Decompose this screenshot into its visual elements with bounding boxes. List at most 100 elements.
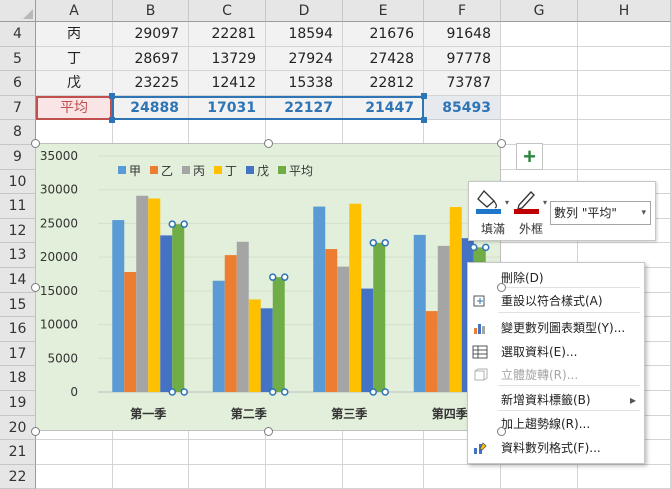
bar[interactable]	[212, 280, 225, 392]
fill-button[interactable]: ▾ 填滿	[475, 187, 511, 237]
bar[interactable]	[337, 266, 350, 392]
grid-cell[interactable]	[343, 440, 424, 465]
grid-cell[interactable]	[266, 440, 343, 465]
grid-cell[interactable]: 23225	[113, 71, 189, 96]
grid-cell[interactable]	[343, 464, 424, 489]
chart-resize-handle[interactable]	[264, 139, 273, 148]
chart-resize-handle[interactable]	[497, 283, 506, 292]
column-header[interactable]: H	[578, 0, 671, 22]
grid-cell[interactable]	[501, 120, 578, 145]
grid-cell[interactable]: 12412	[189, 71, 266, 96]
grid-cell[interactable]: 28697	[113, 46, 189, 72]
range-resize-handle[interactable]	[109, 117, 115, 124]
bar-selection-handle[interactable]	[180, 388, 188, 396]
grid-cell[interactable]	[36, 464, 113, 489]
column-header[interactable]: G	[501, 0, 578, 22]
grid-cell[interactable]: 丙	[36, 22, 113, 47]
grid-cell[interactable]: 戊	[36, 71, 113, 96]
context-menu-item[interactable]: 重設以符合樣式(A)	[468, 290, 644, 312]
bar[interactable]	[449, 207, 462, 392]
grid-cell[interactable]	[578, 46, 671, 72]
bar-selection-handle[interactable]	[482, 243, 490, 252]
grid-cell[interactable]	[501, 95, 578, 121]
row-header[interactable]: 22	[0, 464, 36, 489]
bar-selection-handle[interactable]	[180, 220, 188, 228]
column-header[interactable]: A	[36, 0, 113, 22]
bar-selection-handle[interactable]	[281, 273, 289, 281]
context-menu-item[interactable]: 加上趨勢線(R)...	[468, 413, 644, 435]
context-menu-item[interactable]: 刪除(D)	[468, 267, 644, 289]
grid-cell[interactable]	[578, 95, 671, 121]
chart-resize-handle[interactable]	[264, 427, 273, 436]
row-header[interactable]: 7	[0, 95, 36, 121]
grid-cell[interactable]	[501, 71, 578, 96]
chart-resize-handle[interactable]	[31, 139, 40, 148]
row-header[interactable]: 5	[0, 46, 36, 72]
grid-cell[interactable]	[113, 464, 189, 489]
row-header[interactable]: 10	[0, 169, 36, 195]
row-header[interactable]: 11	[0, 194, 36, 219]
bar-selection-handle[interactable]	[269, 388, 277, 396]
bar[interactable]	[124, 271, 137, 392]
clustered-column-chart[interactable]: 0 5000 10000 15000 20000 25000 30000 35000 第一季 第二…	[36, 144, 500, 430]
bar[interactable]	[172, 224, 185, 392]
bar-selection-handle[interactable]	[168, 388, 176, 396]
bar[interactable]	[112, 220, 125, 392]
row-header[interactable]: 9	[0, 145, 36, 170]
legend-entry[interactable]: 戊	[257, 164, 269, 178]
row-header[interactable]: 19	[0, 391, 36, 416]
grid-cell[interactable]	[578, 145, 671, 170]
grid-cell[interactable]	[424, 120, 501, 145]
grid-cell[interactable]: 73787	[424, 71, 501, 96]
chart-resize-handle[interactable]	[31, 283, 40, 292]
grid-cell[interactable]	[189, 440, 266, 465]
chart-resize-handle[interactable]	[497, 139, 506, 148]
row-header[interactable]: 18	[0, 366, 36, 391]
bar[interactable]	[248, 299, 261, 392]
bar-selection-handle[interactable]	[168, 220, 176, 228]
row-header[interactable]: 12	[0, 218, 36, 244]
bar[interactable]	[260, 308, 273, 392]
grid-cell[interactable]: 29097	[113, 22, 189, 47]
grid-cell[interactable]: 丁	[36, 46, 113, 72]
grid-cell[interactable]: 21676	[343, 22, 424, 47]
bar[interactable]	[313, 206, 326, 392]
series-selector-dropdown[interactable]: 數列 "平均" ▾	[550, 201, 651, 225]
bar[interactable]	[373, 242, 386, 392]
context-menu-item[interactable]: 選取資料(E)...	[468, 341, 644, 363]
bar[interactable]	[236, 241, 249, 392]
grid-cell[interactable]	[501, 464, 578, 489]
context-menu-item[interactable]: 新增資料標籤(B) ▸	[468, 389, 644, 411]
bar-selection-handle[interactable]	[381, 388, 389, 396]
grid-cell[interactable]	[36, 120, 113, 145]
outline-button[interactable]: ▾ 外框	[513, 187, 549, 237]
grid-cell[interactable]	[424, 464, 501, 489]
bar-selection-handle[interactable]	[369, 239, 377, 247]
grid-cell[interactable]	[266, 120, 343, 145]
legend-entry[interactable]: 丁	[225, 164, 237, 178]
bar-selection-handle[interactable]	[369, 388, 377, 396]
column-header[interactable]: D	[266, 0, 343, 22]
grid-cell[interactable]: 22281	[189, 22, 266, 47]
bar[interactable]	[224, 255, 237, 392]
legend-entry[interactable]: 丙	[193, 164, 205, 178]
column-header[interactable]: B	[113, 0, 189, 22]
chart-area[interactable]: 0 5000 10000 15000 20000 25000 30000 35000 第一季 第二…	[35, 143, 501, 431]
bar[interactable]	[349, 203, 362, 392]
column-header[interactable]: C	[189, 0, 266, 22]
row-header[interactable]: 13	[0, 243, 36, 268]
grid-cell[interactable]	[36, 440, 113, 465]
legend-entry[interactable]: 平均	[289, 164, 313, 178]
legend-entry[interactable]: 甲	[129, 164, 141, 178]
row-header[interactable]: 21	[0, 440, 36, 465]
context-menu-item[interactable]: 變更數列圖表類型(Y)...	[468, 317, 644, 339]
range-resize-handle[interactable]	[421, 117, 427, 124]
bar-selection-handle[interactable]	[269, 273, 277, 281]
grid-cell[interactable]	[113, 440, 189, 465]
column-header[interactable]: E	[343, 0, 424, 22]
grid-cell[interactable]	[501, 22, 578, 47]
row-header[interactable]: 15	[0, 292, 36, 318]
grid-cell[interactable]	[578, 71, 671, 96]
grid-cell[interactable]	[113, 120, 189, 145]
grid-cell[interactable]	[343, 120, 424, 145]
